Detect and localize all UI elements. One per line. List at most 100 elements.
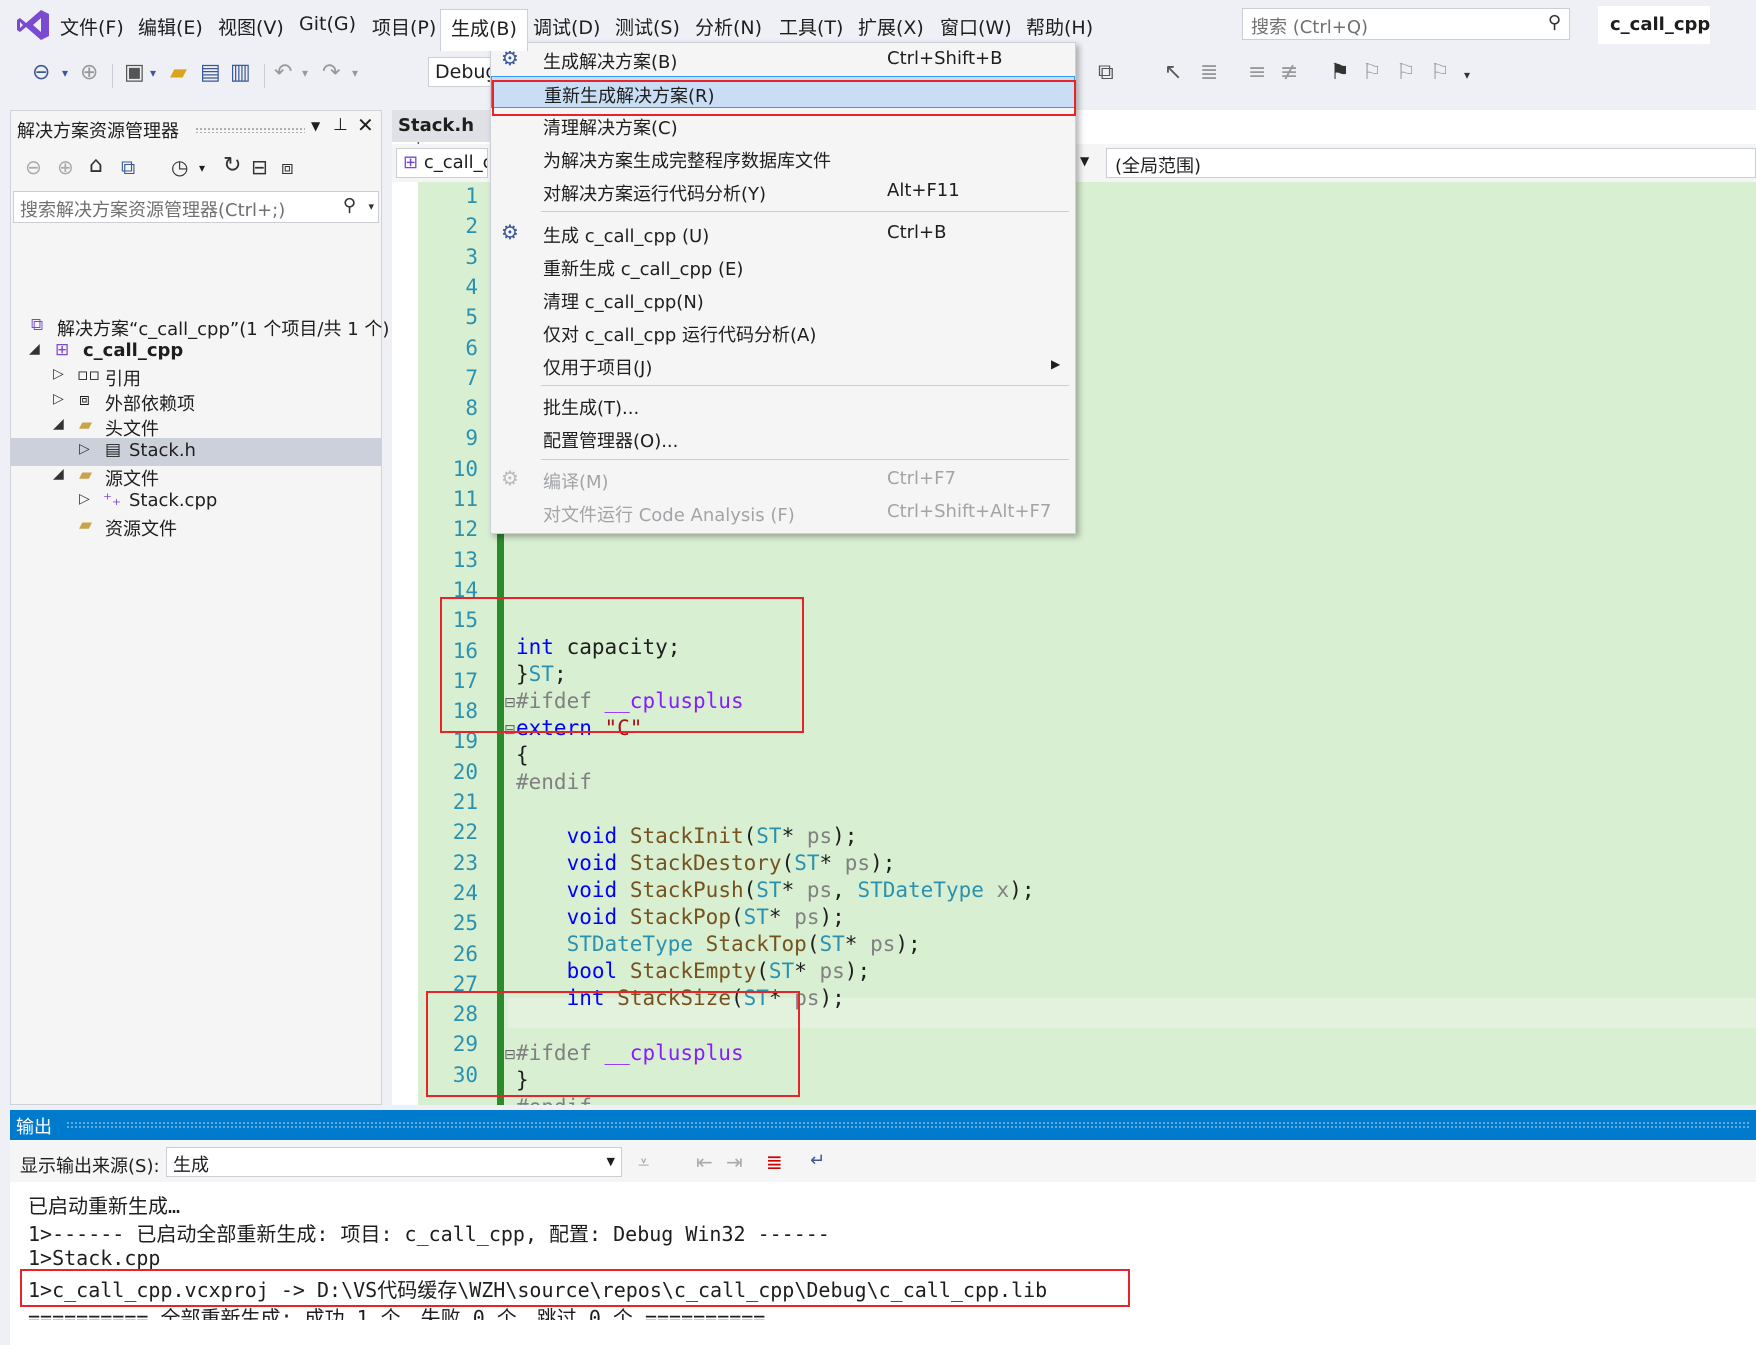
- switch-views-icon[interactable]: ⧉: [121, 155, 135, 179]
- pin-icon[interactable]: ⊥: [333, 115, 348, 135]
- new-project-icon[interactable]: ▣: [124, 60, 145, 85]
- panel-grip[interactable]: [66, 1121, 1750, 1129]
- menu-item-generate-pdb[interactable]: 为解决方案生成完整程序数据库文件: [491, 142, 1075, 174]
- scope-dropdown[interactable]: (全局范围): [1106, 148, 1756, 178]
- back-icon[interactable]: ⊖: [25, 155, 42, 179]
- project-dropdown[interactable]: ⊞ c_call_cpp: [396, 148, 488, 178]
- tree-item-solution[interactable]: ⧉ 解决方案“c_call_cpp”(1 个项目/共 1 个): [11, 313, 389, 341]
- uncomment-icon[interactable]: ≢: [1280, 60, 1298, 85]
- menu-item-file-code-analysis[interactable]: 对文件运行 Code Analysis (F) Ctrl+Shift+Alt+F…: [491, 496, 1075, 528]
- collapsed-arrow-icon[interactable]: ▷: [79, 491, 90, 507]
- search-icon[interactable]: ⚲: [343, 195, 356, 216]
- forward-icon[interactable]: ⊕: [80, 60, 98, 85]
- new-dropdown-icon[interactable]: ▾: [150, 66, 156, 80]
- pointer-icon[interactable]: ↖: [1164, 60, 1182, 85]
- filter-dropdown-icon[interactable]: ▾: [199, 161, 205, 175]
- menu-debug[interactable]: 调试(D): [533, 13, 600, 40]
- collapsed-arrow-icon[interactable]: ▷: [53, 391, 64, 407]
- layout-icon[interactable]: ⧉: [1098, 60, 1114, 85]
- menu-tools[interactable]: 工具(T): [779, 13, 843, 40]
- expanded-arrow-icon[interactable]: ◢: [53, 416, 64, 432]
- back-dropdown-icon[interactable]: ▾: [62, 66, 68, 80]
- code-line[interactable]: void StackDestory(ST* ps);: [516, 851, 896, 875]
- undo-icon[interactable]: ↶: [274, 60, 292, 85]
- code-line[interactable]: bool StackEmpty(ST* ps);: [516, 959, 871, 983]
- menu-git[interactable]: Git(G): [299, 13, 356, 35]
- redo-icon[interactable]: ↷: [322, 60, 340, 85]
- menu-item-rebuild-project[interactable]: 重新生成 c_call_cpp (E): [491, 250, 1075, 282]
- code-line[interactable]: {: [516, 743, 529, 767]
- menu-item-clean-project[interactable]: 清理 c_call_cpp(N): [491, 283, 1075, 315]
- menu-project[interactable]: 项目(P): [372, 13, 436, 40]
- code-line[interactable]: STDateType StackTop(ST* ps);: [516, 932, 921, 956]
- pending-changes-icon[interactable]: ◷: [171, 155, 188, 179]
- search-options-icon[interactable]: ▾: [368, 200, 374, 213]
- next-bookmark-icon[interactable]: ⚐: [1396, 60, 1416, 85]
- menu-analyze[interactable]: 分析(N): [695, 13, 762, 40]
- format-icon[interactable]: ≣: [1200, 60, 1218, 85]
- code-line[interactable]: void StackPush(ST* ps, STDateType x);: [516, 878, 1035, 902]
- tree-item-stack-cpp[interactable]: ▷ ⁺₊ Stack.cpp: [11, 488, 381, 516]
- save-icon[interactable]: ▤: [200, 60, 221, 85]
- tree-item-project[interactable]: ◢ ⊞ c_call_cpp: [11, 338, 381, 366]
- menu-item-analyze-project[interactable]: 仅对 c_call_cpp 运行代码分析(A): [491, 316, 1075, 348]
- tree-item-stack-h[interactable]: ▷ ▤ Stack.h: [11, 438, 381, 466]
- global-search-input[interactable]: 搜索 (Ctrl+Q) ⚲: [1242, 8, 1570, 40]
- open-folder-icon[interactable]: ▰: [170, 60, 187, 85]
- code-line[interactable]: #endif: [516, 770, 592, 794]
- code-line[interactable]: void StackPop(ST* ps);: [516, 905, 845, 929]
- solution-explorer-search-input[interactable]: 搜索解决方案资源管理器(Ctrl+;) ⚲ ▾: [13, 191, 379, 223]
- menu-item-configuration-manager[interactable]: 配置管理器(O)...: [491, 422, 1075, 454]
- collapsed-arrow-icon[interactable]: ▷: [79, 441, 90, 457]
- code-line[interactable]: void StackInit(ST* ps);: [516, 824, 858, 848]
- close-icon[interactable]: ✕: [357, 113, 374, 137]
- word-wrap-icon[interactable]: ↵: [810, 1150, 825, 1171]
- tree-item-references[interactable]: ▷ ▫▫ 引用: [11, 363, 381, 391]
- expanded-arrow-icon[interactable]: ◢: [53, 466, 64, 482]
- collapsed-arrow-icon[interactable]: ▷: [53, 366, 64, 382]
- visual-studio-logo[interactable]: [16, 8, 50, 42]
- refresh-icon[interactable]: ↻: [223, 153, 241, 178]
- bookmark-icon[interactable]: ⚑: [1330, 60, 1350, 85]
- menu-build[interactable]: 生成(B): [440, 9, 528, 51]
- show-all-files-icon[interactable]: ⧈: [281, 155, 294, 179]
- tree-item-header-files[interactable]: ◢ ▰ 头文件: [11, 413, 381, 441]
- next-message-icon[interactable]: ⇥: [726, 1150, 743, 1174]
- panel-grip[interactable]: [195, 127, 305, 133]
- expanded-arrow-icon[interactable]: ◢: [29, 341, 40, 357]
- menu-window[interactable]: 窗口(W): [940, 13, 1012, 40]
- find-message-icon[interactable]: ⩡: [638, 1150, 649, 1174]
- menu-extensions[interactable]: 扩展(X): [858, 13, 924, 40]
- clear-bookmarks-icon[interactable]: ⚐: [1430, 60, 1450, 85]
- menu-item-build-solution[interactable]: ⚙ 生成解决方案(B) Ctrl+Shift+B: [491, 43, 1075, 75]
- configuration-select[interactable]: Debug: [428, 57, 498, 87]
- prev-message-icon[interactable]: ⇤: [696, 1150, 713, 1174]
- back-icon[interactable]: ⊖: [32, 60, 50, 85]
- undo-dropdown-icon[interactable]: ▾: [302, 66, 308, 80]
- menu-item-compile[interactable]: ⚙ 编译(M) Ctrl+F7: [491, 463, 1075, 495]
- search-icon[interactable]: ⚲: [1548, 12, 1561, 33]
- output-text-area[interactable]: 已启动重新生成… 1>------ 已启动全部重新生成: 项目: c_call_…: [10, 1182, 1756, 1345]
- toolbar-overflow-icon[interactable]: ▾: [1464, 68, 1470, 82]
- comment-icon[interactable]: ≡: [1248, 60, 1266, 85]
- menu-test[interactable]: 测试(S): [615, 13, 680, 40]
- menu-edit[interactable]: 编辑(E): [138, 13, 203, 40]
- tree-item-source-files[interactable]: ◢ ▰ 源文件: [11, 463, 381, 491]
- menu-item-run-code-analysis[interactable]: 对解决方案运行代码分析(Y) Alt+F11: [491, 175, 1075, 207]
- menu-view[interactable]: 视图(V): [218, 13, 284, 40]
- menu-item-build-project[interactable]: ⚙ 生成 c_call_cpp (U) Ctrl+B: [491, 217, 1075, 249]
- menu-file[interactable]: 文件(F): [60, 13, 124, 40]
- prev-bookmark-icon[interactable]: ⚐: [1362, 60, 1382, 85]
- members-dropdown-icon[interactable]: ▼: [1080, 154, 1089, 168]
- menu-item-project-only[interactable]: 仅用于项目(J) ▶: [491, 349, 1075, 381]
- tree-item-resource-files[interactable]: ▰ 资源文件: [11, 513, 381, 541]
- redo-dropdown-icon[interactable]: ▾: [352, 66, 358, 80]
- tree-item-external-deps[interactable]: ▷ ⧈ 外部依赖项: [11, 388, 381, 416]
- save-all-icon[interactable]: ▥: [230, 60, 251, 85]
- home-icon[interactable]: ⌂: [89, 153, 103, 178]
- clear-all-icon[interactable]: ≣: [766, 1150, 783, 1174]
- panel-dropdown-icon[interactable]: ▼: [311, 119, 320, 133]
- menu-item-batch-build[interactable]: 批生成(T)...: [491, 389, 1075, 421]
- menu-help[interactable]: 帮助(H): [1026, 13, 1093, 40]
- forward-icon[interactable]: ⊕: [57, 155, 74, 179]
